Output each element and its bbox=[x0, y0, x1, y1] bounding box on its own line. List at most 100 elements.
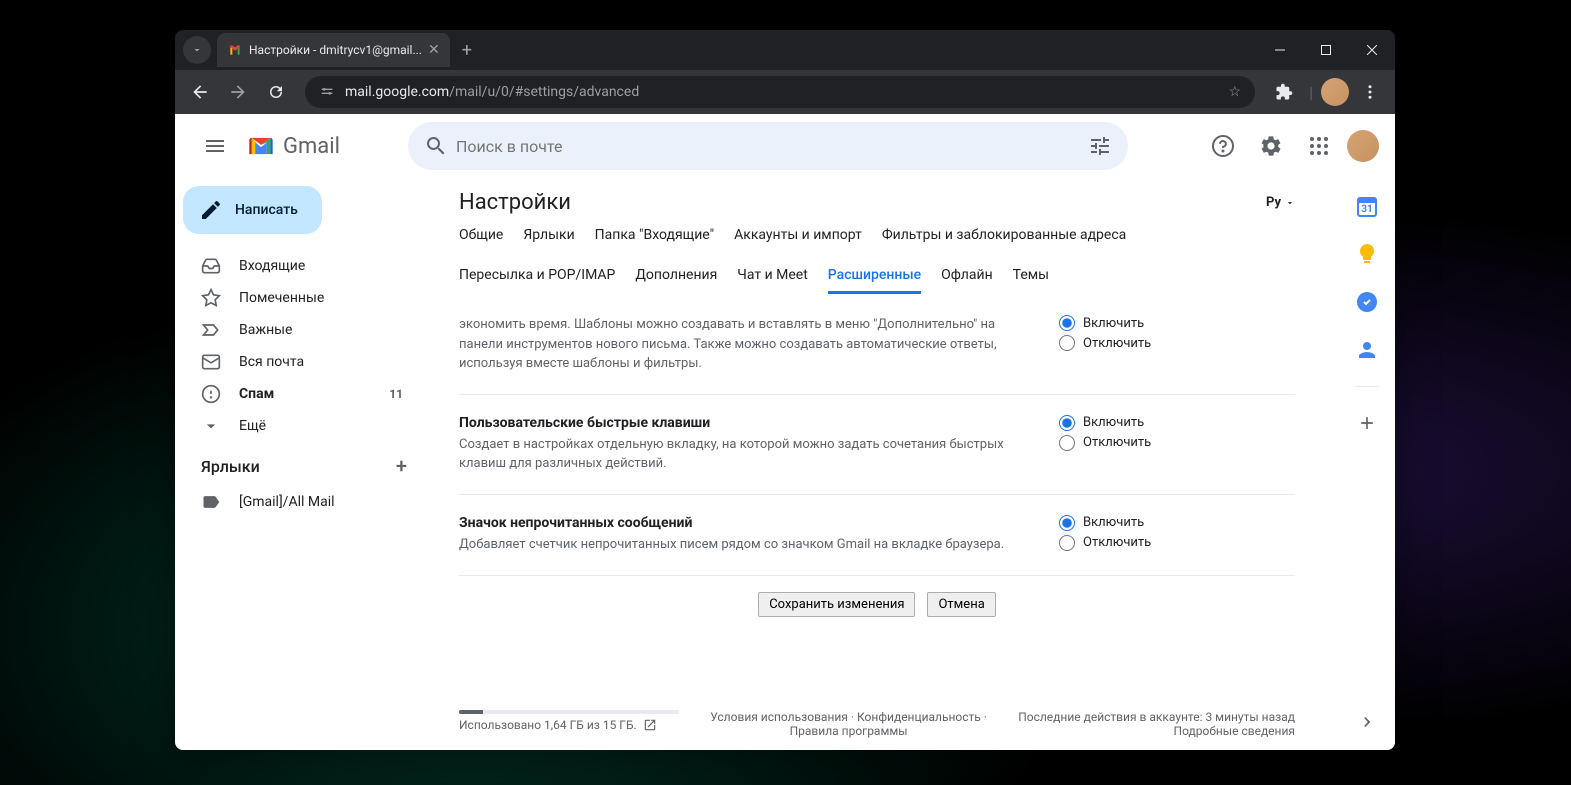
cancel-button[interactable]: Отмена bbox=[927, 592, 995, 617]
disable-option[interactable]: Отключить bbox=[1059, 435, 1259, 451]
setting-description: экономить время. Шаблоны можно создавать… bbox=[459, 315, 1019, 374]
external-link-icon[interactable] bbox=[643, 718, 657, 732]
bookmark-icon[interactable]: ☆ bbox=[1229, 84, 1242, 100]
settings-panel: Настройки Ру Общие Ярлыки Папка "Входящие"… bbox=[431, 178, 1323, 750]
setting-description: Создает в настройках отдельную вкладку, … bbox=[459, 435, 1019, 474]
settings-tab[interactable]: Чат и Meet bbox=[737, 267, 808, 294]
back-button[interactable] bbox=[183, 75, 217, 109]
settings-title: Настройки bbox=[459, 190, 571, 215]
settings-tab[interactable]: Дополнения bbox=[635, 267, 717, 294]
settings-tab[interactable]: Ярлыки bbox=[523, 227, 574, 251]
radio-enable[interactable] bbox=[1059, 515, 1075, 531]
close-window-button[interactable] bbox=[1349, 30, 1395, 70]
gmail-logo[interactable]: Gmail bbox=[247, 132, 340, 160]
radio-disable[interactable] bbox=[1059, 435, 1075, 451]
search-input[interactable] bbox=[456, 137, 1080, 156]
radio-enable[interactable] bbox=[1059, 315, 1075, 331]
add-label-button[interactable]: + bbox=[396, 454, 407, 478]
apps-button[interactable] bbox=[1299, 126, 1339, 166]
expand-icon bbox=[201, 416, 221, 436]
extensions-button[interactable] bbox=[1267, 75, 1301, 109]
settings-tab[interactable]: Общие bbox=[459, 227, 503, 251]
important-icon bbox=[201, 320, 221, 340]
radio-disable[interactable] bbox=[1059, 535, 1075, 551]
site-info-icon[interactable] bbox=[319, 84, 335, 100]
account-avatar[interactable] bbox=[1347, 130, 1379, 162]
settings-tab[interactable]: Темы bbox=[1013, 267, 1049, 294]
radio-disable[interactable] bbox=[1059, 335, 1075, 351]
sidebar-item-label: Входящие bbox=[239, 258, 305, 274]
sidebar-item-star[interactable]: Помеченные bbox=[175, 282, 415, 314]
search-options-icon[interactable] bbox=[1080, 134, 1120, 158]
keep-icon[interactable] bbox=[1355, 242, 1379, 266]
forward-button[interactable] bbox=[221, 75, 255, 109]
contacts-icon[interactable] bbox=[1355, 338, 1379, 362]
main-menu-button[interactable] bbox=[191, 122, 239, 170]
new-tab-button[interactable]: + bbox=[450, 40, 484, 61]
settings-button[interactable] bbox=[1251, 126, 1291, 166]
setting-row: экономить время. Шаблоны можно создавать… bbox=[459, 295, 1295, 395]
minimize-button[interactable] bbox=[1257, 30, 1303, 70]
terms-link[interactable]: Условия использования bbox=[710, 710, 848, 724]
addons-button[interactable] bbox=[1355, 411, 1379, 435]
settings-tab[interactable]: Фильтры и заблокированные адреса bbox=[882, 227, 1126, 251]
search-icon[interactable] bbox=[416, 134, 456, 158]
reload-button[interactable] bbox=[259, 75, 293, 109]
sidebar-item-label: Помеченные bbox=[239, 290, 324, 306]
support-button[interactable] bbox=[1203, 126, 1243, 166]
compose-label: Написать bbox=[235, 202, 298, 218]
search-bar[interactable] bbox=[408, 122, 1128, 170]
radio-enable[interactable] bbox=[1059, 415, 1075, 431]
sidebar-item-expand[interactable]: Ещё bbox=[175, 410, 415, 442]
tab-close-icon[interactable]: ✕ bbox=[428, 42, 440, 58]
browser-titlebar: Настройки - dmitrycv1@gmail... ✕ + bbox=[175, 30, 1395, 70]
sidebar-item-mail[interactable]: Вся почта bbox=[175, 346, 415, 378]
language-selector[interactable]: Ру bbox=[1266, 195, 1295, 210]
setting-title: Значок непрочитанных сообщений bbox=[459, 515, 1019, 531]
save-button[interactable]: Сохранить изменения bbox=[758, 592, 915, 617]
gmail-header: Gmail bbox=[175, 114, 1395, 178]
setting-description: Добавляет счетчик непрочитанных писем ря… bbox=[459, 535, 1019, 555]
sidebar-item-spam[interactable]: Спам11 bbox=[175, 378, 415, 410]
tasks-icon[interactable] bbox=[1355, 290, 1379, 314]
gmail-logo-text: Gmail bbox=[283, 134, 340, 159]
inbox-icon bbox=[201, 256, 221, 276]
policies-link[interactable]: Правила программы bbox=[790, 724, 908, 738]
mail-icon bbox=[201, 352, 221, 372]
browser-menu-button[interactable] bbox=[1353, 75, 1387, 109]
tab-title: Настройки - dmitrycv1@gmail... bbox=[249, 43, 422, 57]
sidebar-item-inbox[interactable]: Входящие bbox=[175, 250, 415, 282]
pencil-icon bbox=[199, 198, 223, 222]
address-bar[interactable]: mail.google.com/mail/u/0/#settings/advan… bbox=[305, 76, 1255, 108]
label-text: [Gmail]/All Mail bbox=[239, 494, 335, 510]
settings-tab[interactable]: Расширенные bbox=[828, 267, 921, 294]
privacy-link[interactable]: Конфиденциальность bbox=[857, 710, 981, 724]
enable-option[interactable]: Включить bbox=[1059, 515, 1259, 531]
profile-button[interactable] bbox=[1321, 78, 1349, 106]
disable-option[interactable]: Отключить bbox=[1059, 535, 1259, 551]
disable-option[interactable]: Отключить bbox=[1059, 335, 1259, 351]
label-icon bbox=[201, 492, 221, 512]
settings-tab[interactable]: Офлайн bbox=[941, 267, 993, 294]
maximize-button[interactable] bbox=[1303, 30, 1349, 70]
label-item[interactable]: [Gmail]/All Mail bbox=[175, 486, 415, 518]
details-link[interactable]: Подробные сведения bbox=[1174, 724, 1295, 738]
enable-option[interactable]: Включить bbox=[1059, 315, 1259, 331]
compose-button[interactable]: Написать bbox=[183, 186, 322, 234]
side-panel-toggle[interactable] bbox=[1355, 710, 1379, 734]
sidebar-item-label: Важные bbox=[239, 322, 292, 338]
spam-icon bbox=[201, 384, 221, 404]
settings-tab[interactable]: Аккаунты и импорт bbox=[734, 227, 862, 251]
calendar-icon[interactable]: 31 bbox=[1355, 194, 1379, 218]
settings-tab[interactable]: Пересылка и POP/IMAP bbox=[459, 267, 615, 294]
settings-tab[interactable]: Папка "Входящие" bbox=[595, 227, 714, 251]
browser-tab[interactable]: Настройки - dmitrycv1@gmail... ✕ bbox=[217, 33, 450, 67]
tab-search-button[interactable] bbox=[183, 36, 211, 64]
star-icon bbox=[201, 288, 221, 308]
sidebar-item-important[interactable]: Важные bbox=[175, 314, 415, 346]
setting-row: Значок непрочитанных сообщений Добавляет… bbox=[459, 495, 1295, 576]
sidebar: Написать Входящие Помеченные Важные Вся поч… bbox=[175, 178, 431, 750]
side-panel: 31 bbox=[1339, 178, 1395, 750]
enable-option[interactable]: Включить bbox=[1059, 415, 1259, 431]
browser-toolbar: mail.google.com/mail/u/0/#settings/advan… bbox=[175, 70, 1395, 114]
